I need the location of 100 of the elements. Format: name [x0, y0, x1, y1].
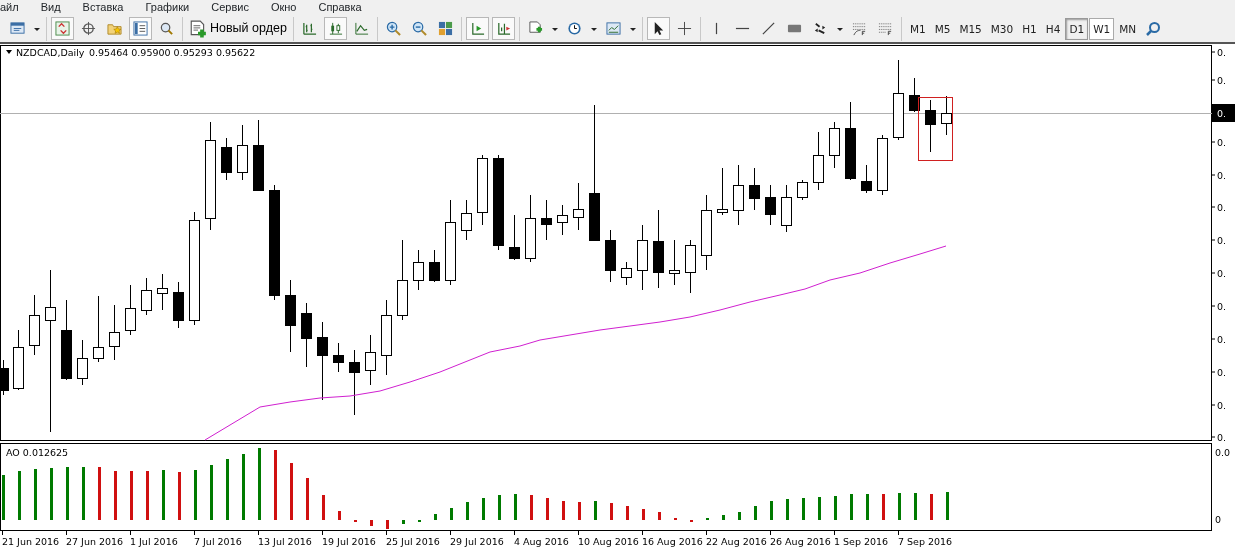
price-axis-label: 0.: [1217, 170, 1227, 181]
histogram-bar: [258, 448, 261, 520]
histogram-bar: [2, 475, 5, 520]
candlestick: [333, 342, 344, 373]
menu-item[interactable]: Сервис: [211, 0, 249, 15]
indicator-axis-label: 0.0: [1215, 447, 1231, 458]
histogram-bar: [898, 493, 901, 520]
timeframe-button[interactable]: M30: [986, 17, 1018, 40]
date-label: 19 Jul 2016: [322, 536, 376, 547]
candlestick: [781, 184, 792, 233]
candlestick: [941, 95, 952, 136]
histogram-bar: [386, 520, 389, 529]
new-order-button[interactable]: Новый ордер: [187, 19, 289, 38]
date-label: 4 Aug 2016: [514, 536, 569, 547]
menu-item[interactable]: айл: [0, 0, 19, 15]
timeframe-button[interactable]: D1: [1065, 17, 1089, 40]
price-axis-label: 0.: [1217, 432, 1227, 443]
price-axis-label: 0.: [1217, 400, 1227, 411]
menu-item[interactable]: Графики: [145, 0, 190, 15]
candlestick: [93, 295, 104, 363]
histogram-bar: [610, 503, 613, 520]
candlestick: [429, 249, 440, 283]
date-label: 25 Jul 2016: [386, 536, 440, 547]
candlestick: [349, 349, 360, 416]
histogram-bar: [50, 468, 53, 520]
menu-item[interactable]: Окно: [270, 0, 297, 15]
candlestick: [717, 167, 728, 216]
histogram-bar: [242, 454, 245, 520]
candlestick: [157, 273, 168, 311]
candlestick: [813, 131, 824, 191]
chart-shift-icon[interactable]: [465, 17, 489, 40]
list-window-icon[interactable]: [129, 17, 152, 40]
menu-item[interactable]: Вставка: [82, 0, 124, 15]
histogram-bar: [194, 470, 197, 520]
date-label: 27 Jun 2016: [66, 536, 124, 547]
chart-symbol: NZDCAD,Daily: [16, 47, 85, 58]
candlestick: [109, 304, 120, 361]
histogram-bar: [322, 495, 325, 520]
histogram-bar: [562, 501, 565, 520]
histogram-bar: [434, 514, 437, 520]
price-axis-label: 0.: [1217, 75, 1227, 86]
histogram-bar: [338, 511, 341, 520]
candlestick: [733, 164, 744, 226]
price-axis-label: 0.: [1217, 47, 1227, 58]
candlestick: [541, 199, 552, 241]
candlestick: [749, 167, 760, 211]
candlestick: [141, 277, 152, 316]
price-tag-background: [1212, 104, 1235, 122]
timeframe-button[interactable]: M5: [930, 17, 955, 40]
candlestick: [925, 99, 936, 153]
candlestick: [669, 239, 680, 286]
date-label: 26 Aug 2016: [770, 536, 831, 547]
candlestick: [125, 284, 136, 336]
histogram-bar: [642, 509, 645, 520]
candlestick: [637, 224, 648, 291]
histogram-bar: [818, 497, 821, 520]
histogram-bar: [466, 502, 469, 520]
date-label: 29 Jul 2016: [450, 536, 504, 547]
collapse-triangle-icon[interactable]: [6, 50, 12, 54]
timeframe-button[interactable]: H1: [1018, 17, 1041, 40]
candlestick: [557, 204, 568, 236]
price-axis-label: 0.: [1217, 334, 1227, 345]
histogram-bar: [226, 459, 229, 520]
histogram-bar: [98, 467, 101, 520]
candlestick: [829, 121, 840, 169]
date-label: 10 Aug 2016: [578, 536, 639, 547]
date-label: 22 Aug 2016: [706, 536, 767, 547]
candlestick: [861, 164, 872, 194]
histogram-bar: [546, 498, 549, 520]
histogram-bar: [930, 494, 933, 520]
candlestick: [13, 329, 24, 391]
histogram-bar: [130, 471, 133, 520]
candlestick: [301, 302, 312, 368]
candlestick: [605, 229, 616, 283]
indicator-axis-label: 0: [1215, 514, 1222, 525]
histogram-bar: [66, 467, 69, 520]
candlestick: [413, 249, 424, 291]
timeframe-button[interactable]: MN: [1115, 17, 1141, 40]
menu-item[interactable]: Вид: [40, 0, 61, 15]
search-icon[interactable]: [1145, 20, 1162, 37]
histogram-bar: [146, 471, 149, 520]
timeframe-button[interactable]: M1: [905, 17, 930, 40]
timeframe-button[interactable]: M15: [955, 17, 986, 40]
histogram-bar: [834, 496, 837, 520]
histogram-bar: [34, 469, 37, 520]
autoscroll-icon[interactable]: [491, 17, 515, 40]
candlestick: [253, 119, 264, 191]
price-axis-label: 0.: [1217, 235, 1227, 246]
current-price-label: 0.: [1217, 108, 1227, 119]
timeframe-button[interactable]: W1: [1089, 17, 1115, 40]
candlestick: [509, 214, 520, 261]
candlestick-icon[interactable]: [323, 17, 347, 40]
candlestick: [29, 294, 40, 356]
highlight-rectangle[interactable]: [918, 97, 953, 161]
timeframe-button[interactable]: H4: [1041, 17, 1065, 40]
chart-arrows-icon[interactable]: [51, 17, 74, 40]
histogram-bar: [658, 512, 661, 520]
histogram-bar: [482, 498, 485, 520]
histogram-bar: [514, 494, 517, 520]
menu-item[interactable]: Справка: [318, 0, 362, 15]
